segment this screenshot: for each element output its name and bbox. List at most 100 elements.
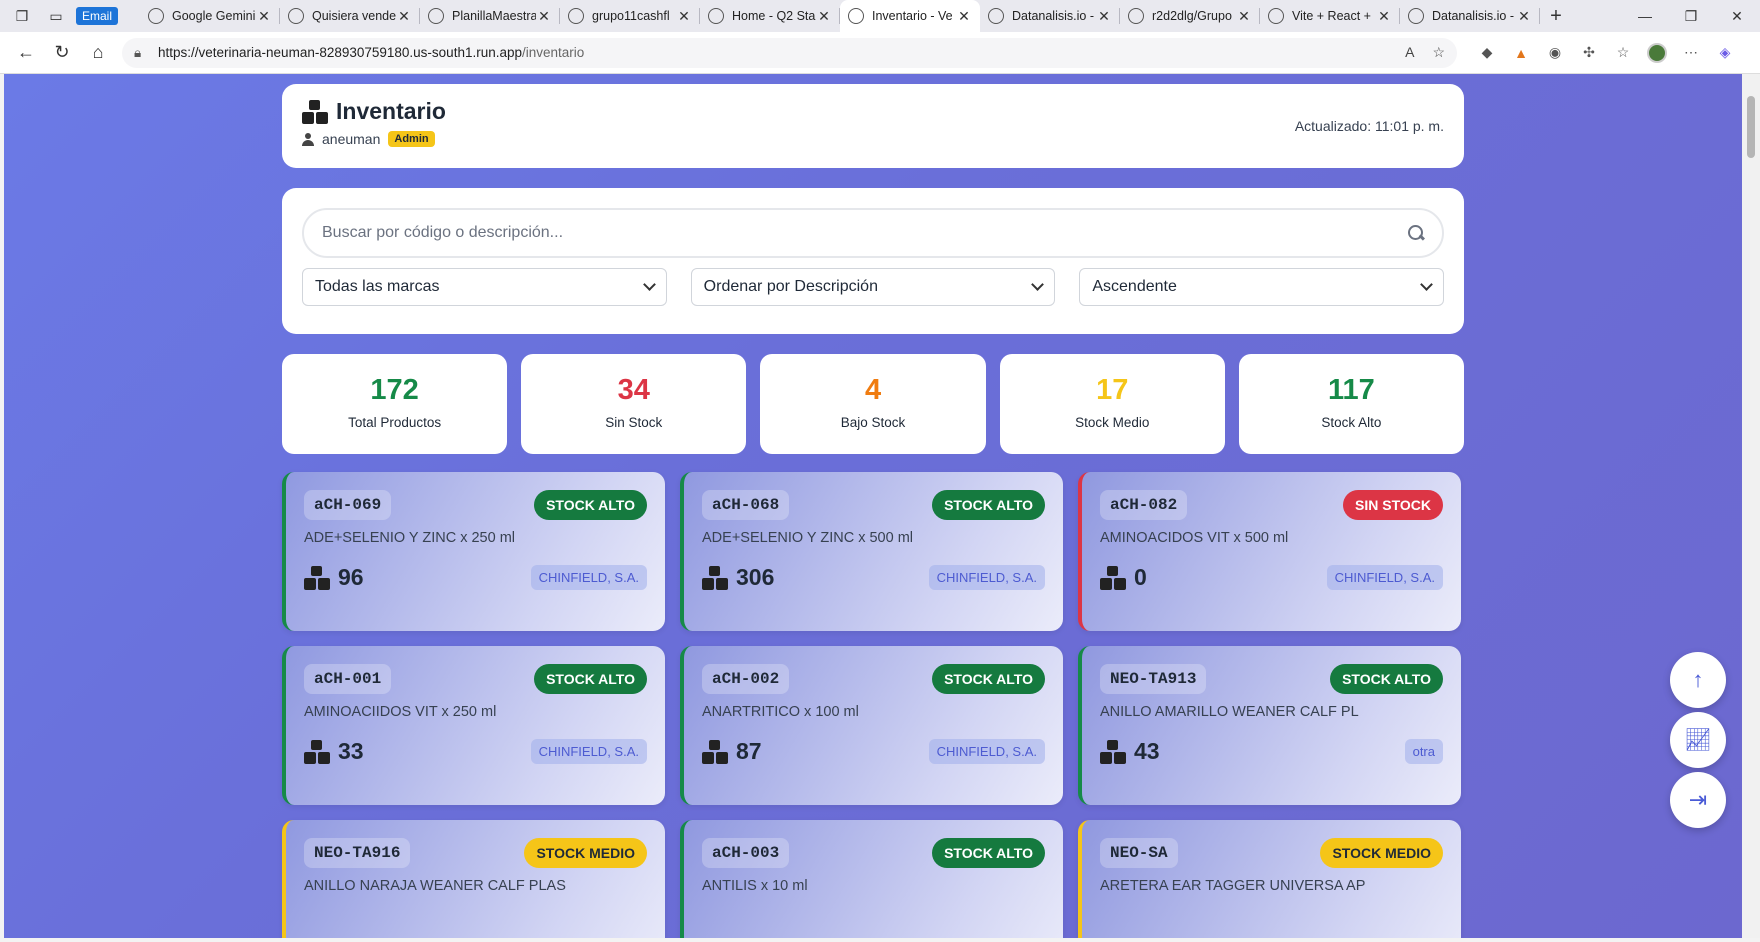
logout-icon: ⇥: [1688, 787, 1708, 812]
site-info-icon[interactable]: 🔒︎: [134, 45, 148, 61]
page-scrollbar[interactable]: [1742, 74, 1760, 938]
read-aloud-icon[interactable]: A: [1405, 44, 1414, 61]
extension-icon[interactable]: ◉: [1545, 43, 1565, 63]
tab-title: grupo11cashfl: [592, 9, 670, 23]
copilot-icon[interactable]: ◈: [1715, 43, 1735, 63]
tab-title: Inventario - Ve: [872, 9, 953, 23]
page-title: Inventario: [302, 98, 1444, 125]
tab-favicon-icon: [428, 8, 444, 24]
scroll-top-button[interactable]: ↑: [1670, 652, 1726, 708]
search-icon[interactable]: [1408, 225, 1424, 241]
back-icon[interactable]: ←: [8, 37, 44, 69]
tab-close-icon[interactable]: ✕: [536, 8, 552, 25]
refresh-icon[interactable]: ↻: [44, 37, 80, 69]
product-quantity: 33: [338, 738, 364, 764]
brand-select[interactable]: Todas las marcas: [302, 268, 667, 306]
product-card[interactable]: aCH-002 STOCK ALTO ANARTRITICO x 100 ml 87 C…: [680, 646, 1063, 805]
browser-tab[interactable]: Datanalisis.io - ✕: [980, 0, 1120, 32]
stock-status-badge: STOCK MEDIO: [524, 838, 647, 868]
stock-status-badge: STOCK ALTO: [534, 490, 647, 520]
product-card[interactable]: aCH-003 STOCK ALTO ANTILIS x 10 ml: [680, 820, 1063, 938]
browser-tab[interactable]: Datanalisis.io - ✕: [1400, 0, 1540, 32]
product-code: NEO-TA916: [304, 838, 411, 868]
tab-close-icon[interactable]: ✕: [676, 8, 692, 25]
stat-value: 117: [1328, 374, 1375, 406]
product-description: ADE+SELENIO Y ZINC x 500 ml: [702, 530, 914, 546]
last-updated: Actualizado: 11:01 p. m.: [1294, 118, 1444, 134]
metamask-icon[interactable]: ▲: [1511, 43, 1531, 63]
url-field[interactable]: 🔒︎ https://veterinaria-neuman-8289307591…: [122, 37, 1457, 68]
tab-close-icon[interactable]: ✕: [816, 8, 832, 25]
boxes-icon: [702, 565, 728, 590]
minimize-icon[interactable]: —: [1622, 8, 1668, 25]
browser-tab[interactable]: Google Gemini ✕: [140, 0, 280, 32]
url-path: /inventario: [522, 45, 585, 60]
product-description: ANTILIS x 10 ml: [702, 878, 808, 894]
tab-close-icon[interactable]: ✕: [1516, 8, 1532, 25]
extension-icon[interactable]: ◆: [1477, 43, 1497, 63]
product-quantity: 0: [1134, 564, 1147, 590]
tab-close-icon[interactable]: ✕: [1376, 8, 1392, 25]
stat-label: Stock Medio: [1075, 415, 1150, 430]
browser-tab[interactable]: Home - Q2 Sta ✕: [700, 0, 840, 32]
tab-close-icon[interactable]: ✕: [956, 8, 972, 25]
browser-tab[interactable]: Inventario - Ve ✕: [840, 0, 980, 32]
profile-avatar[interactable]: [1647, 42, 1667, 63]
product-code: aCH-082: [1100, 490, 1188, 520]
tab-favicon-icon: [1128, 8, 1144, 24]
product-card[interactable]: aCH-082 SIN STOCK AMINOACIDOS VIT x 500 ml…: [1078, 472, 1461, 631]
product-code: aCH-068: [702, 490, 790, 520]
product-brand: otra: [1404, 739, 1443, 764]
product-card[interactable]: aCH-069 STOCK ALTO ADE+SELENIO Y ZINC x 25…: [282, 472, 665, 631]
extensions-puzzle-icon[interactable]: ✣: [1579, 43, 1599, 63]
tab-title: Google Gemini: [172, 9, 256, 23]
product-code: aCH-069: [304, 490, 392, 520]
stock-status-badge: STOCK ALTO: [932, 490, 1045, 520]
product-card[interactable]: NEO-SA STOCK MEDIO ARETERA EAR TAGGER UNIV…: [1078, 820, 1461, 938]
workspaces-icon[interactable]: ❐: [8, 3, 36, 29]
order-select[interactable]: Ascendente: [1079, 268, 1445, 306]
tab-title: Datanalisis.io -: [1012, 9, 1094, 23]
tab-close-icon[interactable]: ✕: [1096, 8, 1112, 25]
stat-card: 17 Stock Medio: [999, 354, 1225, 454]
stock-status-badge: STOCK MEDIO: [1320, 838, 1443, 868]
maximize-icon[interactable]: ❐: [1668, 8, 1714, 25]
product-card[interactable]: aCH-068 STOCK ALTO ADE+SELENIO Y ZINC x 50…: [680, 472, 1063, 631]
product-card[interactable]: NEO-TA916 STOCK MEDIO ANILLO NARAJA WEANER…: [282, 820, 665, 938]
browser-tab[interactable]: grupo11cashfl ✕: [560, 0, 700, 32]
boxes-icon: [304, 565, 330, 590]
product-card[interactable]: NEO-TA913 STOCK ALTO ANILLO AMARILLO WEANE…: [1078, 646, 1461, 805]
browser-tab[interactable]: Vite + React + ✕: [1260, 0, 1400, 32]
scrollbar-thumb[interactable]: [1747, 96, 1755, 158]
search-input[interactable]: Buscar por código o descripción...: [302, 208, 1444, 258]
logout-button[interactable]: ⇥: [1670, 772, 1726, 828]
product-brand: CHINFIELD, S.A.: [928, 739, 1045, 764]
tab-close-icon[interactable]: ✕: [256, 8, 272, 25]
product-brand: CHINFIELD, S.A.: [530, 565, 647, 590]
stock-status-badge: SIN STOCK: [1343, 490, 1443, 520]
close-window-icon[interactable]: ✕: [1714, 8, 1760, 25]
sort-select[interactable]: Ordenar por Descripción: [690, 268, 1056, 306]
favorite-star-icon[interactable]: ☆: [1432, 44, 1445, 61]
product-quantity: 43: [1134, 738, 1160, 764]
tab-close-icon[interactable]: ✕: [396, 8, 412, 25]
favorites-icon[interactable]: ☆: [1613, 43, 1633, 63]
home-icon[interactable]: ⌂: [80, 37, 116, 69]
tab-actions-icon[interactable]: ▭: [42, 3, 70, 29]
product-card[interactable]: aCH-001 STOCK ALTO AMINOACIIDOS VIT x 250 …: [282, 646, 665, 805]
more-menu-icon[interactable]: ⋯: [1681, 43, 1701, 63]
tab-favicon-icon: [1408, 8, 1424, 24]
chart-button[interactable]: 📈︎: [1670, 712, 1726, 768]
tab-close-icon[interactable]: ✕: [1236, 8, 1252, 25]
tab-favicon-icon: [568, 8, 584, 24]
browser-tab[interactable]: PlanillaMaestra ✕: [420, 0, 560, 32]
email-tab-chip[interactable]: Email: [76, 7, 119, 25]
new-tab-button[interactable]: +: [1540, 5, 1572, 28]
browser-tab[interactable]: Quisiera vende ✕: [280, 0, 420, 32]
user-icon: [302, 132, 314, 146]
browser-tab[interactable]: r2d2dlg/Grupo ✕: [1120, 0, 1260, 32]
stat-value: 172: [370, 374, 419, 406]
sort-select-value: Ordenar por Descripción: [703, 278, 878, 295]
product-description: ANILLO NARAJA WEANER CALF PLAS: [304, 878, 566, 894]
stat-card: 34 Sin Stock: [521, 354, 747, 454]
